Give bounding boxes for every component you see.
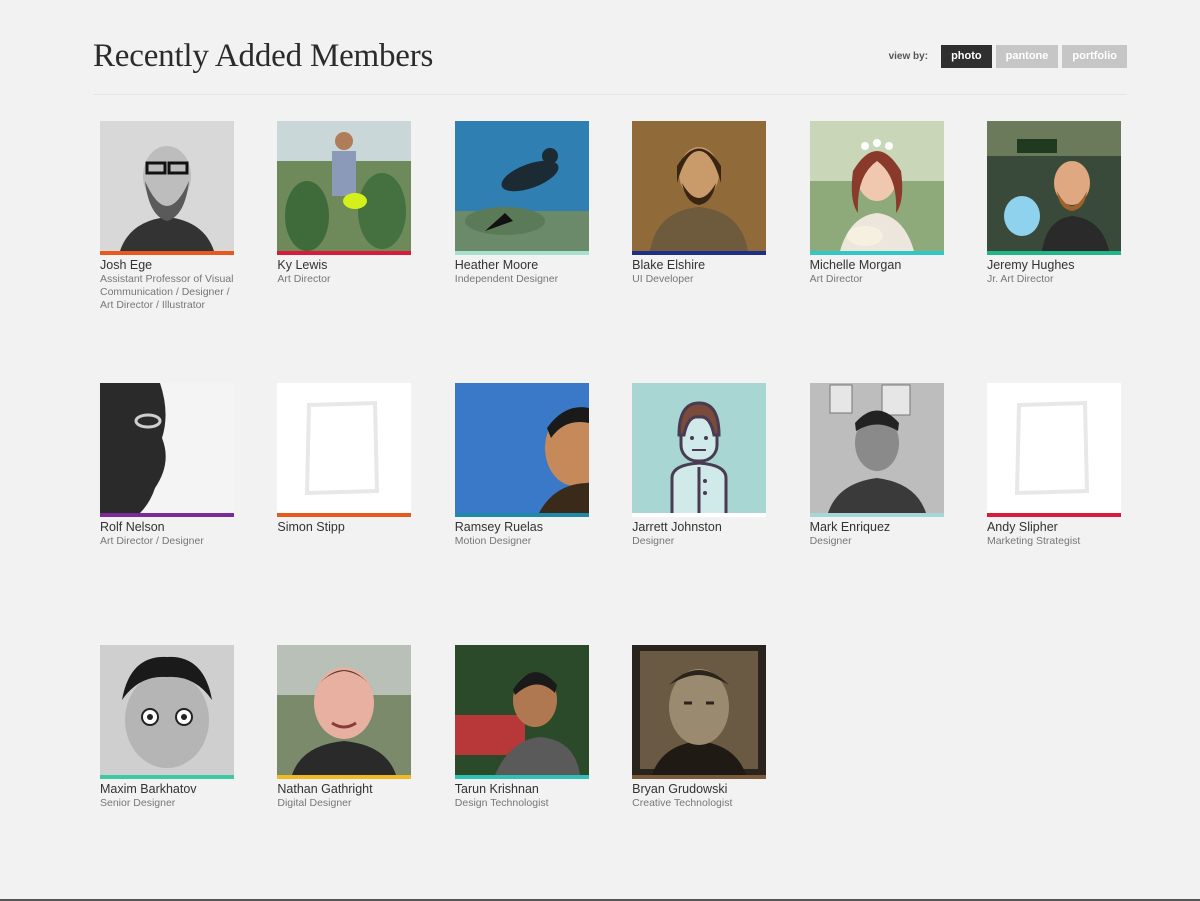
member-card[interactable]: Nathan Gathright Digital Designer [277,645,412,809]
member-photo-image [277,645,412,775]
member-card[interactable]: Jarrett Johnston Designer [632,383,767,547]
member-photo[interactable] [632,121,767,255]
member-name[interactable]: Ky Lewis [277,258,411,272]
member-photo-image [454,383,589,513]
member-photo-image [100,383,234,513]
member-title: Designer [809,535,852,547]
member-photo[interactable] [100,121,234,255]
member-photo-image [986,121,1121,251]
view-pantone-button[interactable]: pantone [995,45,1059,68]
member-card[interactable]: Jeremy Hughes Jr. Art Director [986,121,1121,285]
member-card[interactable]: Andy Slipher Marketing Strategist [986,383,1121,547]
member-card[interactable]: Ramsey Ruelas Motion Designer [454,383,589,547]
member-title: Designer [632,535,675,547]
member-name[interactable]: Michelle Morgan [810,258,944,272]
member-photo[interactable] [632,645,767,779]
member-photo[interactable] [986,121,1121,255]
member-name[interactable]: Josh Ege [100,258,234,272]
member-title: Art Director [277,273,331,285]
member-photo[interactable] [277,383,412,517]
member-title: Motion Designer [454,535,532,547]
member-photo-image [100,121,234,251]
member-name[interactable]: Maxim Barkhatov [100,782,234,796]
member-title: Assistant Professor of Visual Communicat… [100,273,234,311]
member-name[interactable]: Ramsey Ruelas [455,520,589,534]
member-title: Marketing Strategist [986,535,1081,547]
member-name[interactable]: Jarrett Johnston [632,520,766,534]
avatar-illustration-icon [632,383,767,513]
member-title: Creative Technologist [632,797,733,809]
member-photo[interactable] [632,383,767,517]
view-photo-button[interactable]: photo [941,45,992,68]
member-name[interactable]: Andy Slipher [987,520,1121,534]
member-photo[interactable] [100,645,234,779]
member-card[interactable]: Ky Lewis Art Director [277,121,412,285]
view-by-toggle: view by: photo pantone portfolio [889,45,1127,68]
member-name[interactable]: Simon Stipp [277,520,411,534]
member-name[interactable]: Jeremy Hughes [987,258,1121,272]
member-title: Design Technologist [454,797,549,809]
member-card[interactable]: Blake Elshire UI Developer [632,121,767,285]
member-photo-image [454,121,589,251]
member-title: Senior Designer [100,797,176,809]
member-photo-image [632,121,767,251]
member-title: Art Director / Designer [100,535,204,547]
member-photo-image [632,645,767,775]
member-name[interactable]: Heather Moore [455,258,589,272]
member-photo[interactable] [809,383,944,517]
member-photo[interactable] [277,645,412,779]
member-card[interactable]: Tarun Krishnan Design Technologist [454,645,589,809]
member-name[interactable]: Rolf Nelson [100,520,234,534]
member-photo[interactable] [454,645,589,779]
member-name[interactable]: Bryan Grudowski [632,782,766,796]
member-card[interactable]: Rolf Nelson Art Director / Designer [100,383,234,547]
placeholder-photo-icon [277,383,412,513]
member-card[interactable]: Simon Stipp [277,383,412,534]
member-photo-image [809,383,944,513]
member-photo-image [277,121,412,251]
placeholder-photo-icon [986,383,1121,513]
member-title: Digital Designer [277,797,352,809]
member-card[interactable]: Mark Enriquez Designer [809,383,944,547]
page-header: Recently Added Members view by: photo pa… [93,36,1127,95]
member-photo[interactable] [986,383,1121,517]
member-name[interactable]: Mark Enriquez [810,520,944,534]
view-portfolio-button[interactable]: portfolio [1062,45,1127,68]
members-grid: Josh Ege Assistant Professor of Visual C… [100,121,1130,809]
member-name[interactable]: Tarun Krishnan [455,782,589,796]
page-title: Recently Added Members [93,38,434,74]
member-photo[interactable] [100,383,234,517]
member-name[interactable]: Blake Elshire [632,258,766,272]
member-title: Jr. Art Director [986,273,1054,285]
member-card[interactable]: Michelle Morgan Art Director [809,121,944,285]
member-title: UI Developer [632,273,694,285]
member-card[interactable]: Heather Moore Independent Designer [454,121,589,285]
member-title: Art Director [809,273,863,285]
member-name[interactable]: Nathan Gathright [277,782,411,796]
member-photo-image [100,645,234,775]
member-card[interactable]: Bryan Grudowski Creative Technologist [632,645,767,809]
member-title: Independent Designer [454,273,559,285]
member-photo[interactable] [809,121,944,255]
view-by-label: view by: [888,51,929,62]
member-card[interactable]: Maxim Barkhatov Senior Designer [100,645,234,809]
member-photo-image [454,645,589,775]
member-photo-image [809,121,944,251]
member-card[interactable]: Josh Ege Assistant Professor of Visual C… [100,121,234,311]
member-photo[interactable] [454,383,589,517]
member-photo[interactable] [454,121,589,255]
member-photo[interactable] [277,121,412,255]
